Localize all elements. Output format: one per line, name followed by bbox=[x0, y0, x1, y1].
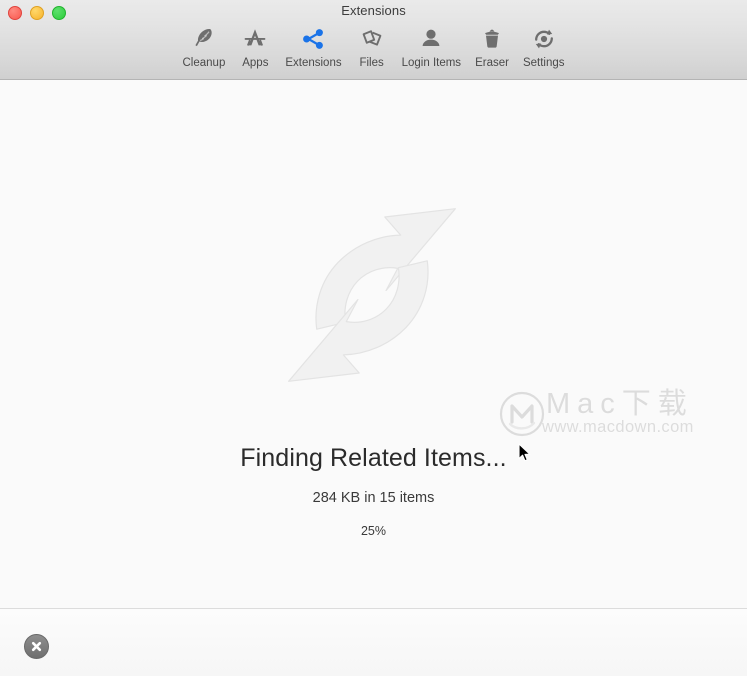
watermark-text: Mac下载 bbox=[546, 388, 694, 420]
macdown-logo-icon bbox=[498, 390, 546, 438]
files-icon bbox=[356, 24, 388, 54]
toolbar-item-settings[interactable]: Settings bbox=[516, 22, 572, 70]
watermark-url: www.macdown.com bbox=[542, 418, 694, 436]
toolbar-item-cleanup[interactable]: Cleanup bbox=[176, 22, 233, 70]
toolbar-label-files: Files bbox=[359, 57, 384, 69]
progress-percent: 25% bbox=[360, 524, 387, 538]
toolbar-item-extensions[interactable]: Extensions bbox=[278, 22, 348, 70]
toolbar-item-apps[interactable]: Apps bbox=[232, 22, 278, 70]
toolbar-label-settings: Settings bbox=[522, 57, 565, 69]
toolbar: Cleanup Apps Extensions Files Login Item… bbox=[0, 22, 747, 70]
toolbar-label-cleanup: Cleanup bbox=[182, 57, 226, 69]
person-icon bbox=[415, 24, 447, 54]
appstore-icon bbox=[239, 24, 271, 54]
footer-bar bbox=[0, 608, 747, 676]
share-nodes-icon bbox=[297, 24, 329, 54]
status-title: Finding Related Items... bbox=[240, 444, 507, 472]
close-circle-icon[interactable] bbox=[24, 634, 49, 659]
toolbar-item-login-items[interactable]: Login Items bbox=[395, 22, 468, 70]
toolbar-label-apps: Apps bbox=[242, 57, 269, 69]
watermark: Mac下载 www.macdown.com bbox=[498, 385, 738, 447]
gear-sync-icon bbox=[528, 24, 560, 54]
toolbar-label-eraser: Eraser bbox=[475, 57, 509, 69]
trash-icon bbox=[476, 24, 508, 54]
circular-arrows-icon bbox=[269, 170, 479, 420]
title-bar: Extensions Cleanup Apps Extensions Files… bbox=[0, 0, 747, 80]
toolbar-label-login-items: Login Items bbox=[401, 57, 462, 69]
window-title: Extensions bbox=[341, 3, 406, 18]
feather-icon bbox=[188, 24, 220, 54]
toolbar-label-extensions: Extensions bbox=[285, 57, 342, 69]
content-area: Finding Related Items... 284 KB in 15 it… bbox=[0, 80, 747, 608]
app-window: Extensions Cleanup Apps Extensions Files… bbox=[0, 0, 747, 676]
status-block: Finding Related Items... 284 KB in 15 it… bbox=[0, 443, 747, 539]
toolbar-item-eraser[interactable]: Eraser bbox=[468, 22, 516, 70]
status-subtitle: 284 KB in 15 items bbox=[312, 490, 435, 506]
toolbar-item-files[interactable]: Files bbox=[349, 22, 395, 70]
